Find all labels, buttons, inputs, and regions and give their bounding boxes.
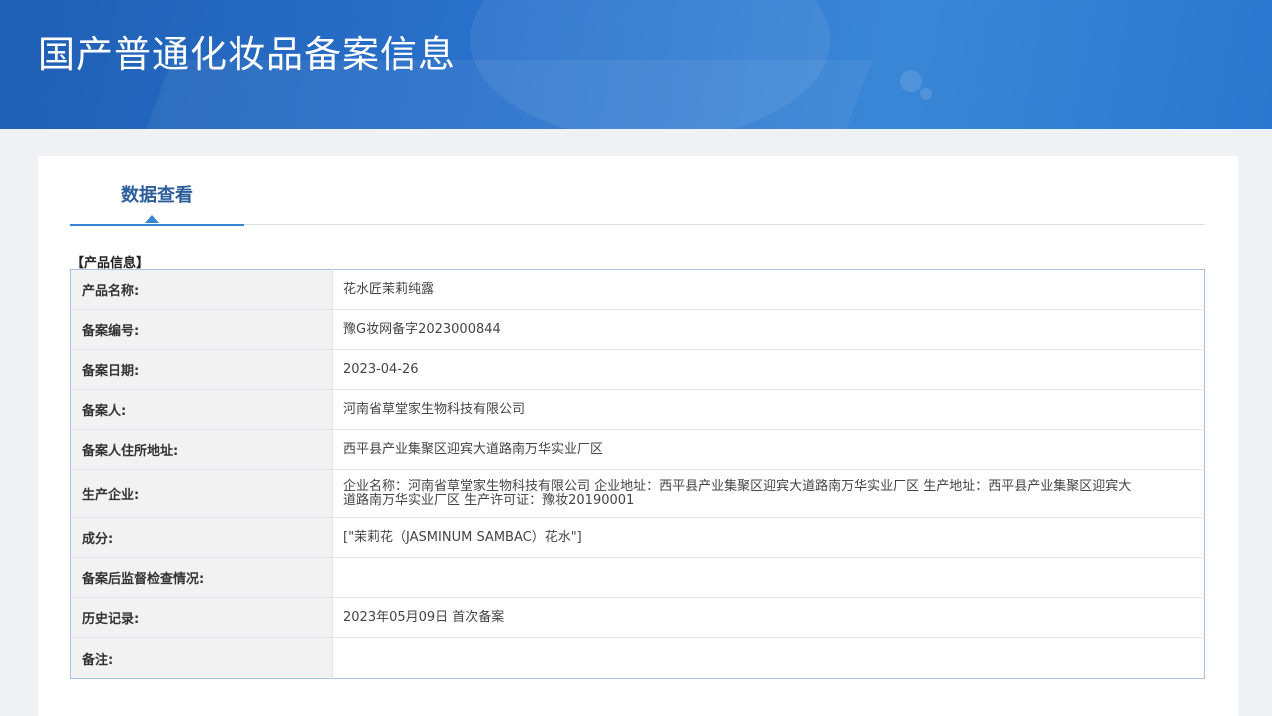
row-label: 备注: bbox=[70, 637, 333, 679]
row-label: 历史记录: bbox=[70, 597, 333, 638]
row-value: 河南省草堂家生物科技有限公司 bbox=[332, 389, 1205, 430]
banner-decoration bbox=[470, 0, 830, 129]
table-row: 历史记录: 2023年05月09日 首次备案 bbox=[70, 597, 1205, 638]
table-row: 备案人: 河南省草堂家生物科技有限公司 bbox=[70, 389, 1205, 430]
content-card: 数据查看 【产品信息】 产品名称: 花水匠茉莉纯露 备案编号: 豫G妆网备字20… bbox=[38, 156, 1238, 716]
table-row: 产品名称: 花水匠茉莉纯露 bbox=[70, 269, 1205, 310]
row-label: 产品名称: bbox=[70, 269, 333, 310]
table-row: 备案日期: 2023-04-26 bbox=[70, 349, 1205, 390]
table-row: 备案编号: 豫G妆网备字2023000844 bbox=[70, 309, 1205, 350]
row-value: 企业名称：河南省草堂家生物科技有限公司 企业地址：西平县产业集聚区迎宾大道路南万… bbox=[332, 469, 1205, 518]
table-row: 备注: bbox=[70, 637, 1205, 679]
product-info-table: 产品名称: 花水匠茉莉纯露 备案编号: 豫G妆网备字2023000844 备案日… bbox=[70, 269, 1205, 679]
page-title: 国产普通化妆品备案信息 bbox=[38, 33, 456, 76]
row-label: 生产企业: bbox=[70, 469, 333, 518]
row-value: ["茉莉花（JASMINUM SAMBAC）花水"] bbox=[332, 517, 1205, 558]
row-label: 备案后监督检查情况: bbox=[70, 557, 333, 598]
row-label: 备案人: bbox=[70, 389, 333, 430]
row-value: 豫G妆网备字2023000844 bbox=[332, 309, 1205, 350]
row-label: 备案人住所地址: bbox=[70, 429, 333, 470]
row-value bbox=[333, 638, 1205, 679]
tab-active-caret-icon bbox=[145, 215, 159, 223]
table-row: 成分: ["茉莉花（JASMINUM SAMBAC）花水"] bbox=[70, 517, 1205, 558]
row-value: 花水匠茉莉纯露 bbox=[332, 269, 1205, 310]
row-label: 成分: bbox=[70, 517, 333, 558]
table-row: 生产企业: 企业名称：河南省草堂家生物科技有限公司 企业地址：西平县产业集聚区迎… bbox=[70, 469, 1205, 518]
banner-decoration bbox=[920, 88, 932, 100]
row-value: 西平县产业集聚区迎宾大道路南万华实业厂区 bbox=[332, 429, 1205, 470]
row-label: 备案日期: bbox=[70, 349, 333, 390]
row-value: 2023-04-26 bbox=[332, 349, 1205, 390]
header-banner: 国产普通化妆品备案信息 bbox=[0, 0, 1272, 129]
row-value bbox=[332, 557, 1205, 598]
banner-decoration bbox=[900, 70, 922, 92]
table-row: 备案后监督检查情况: bbox=[70, 557, 1205, 598]
row-label: 备案编号: bbox=[70, 309, 333, 350]
row-value: 2023年05月09日 首次备案 bbox=[332, 597, 1205, 638]
table-row: 备案人住所地址: 西平县产业集聚区迎宾大道路南万华实业厂区 bbox=[70, 429, 1205, 470]
